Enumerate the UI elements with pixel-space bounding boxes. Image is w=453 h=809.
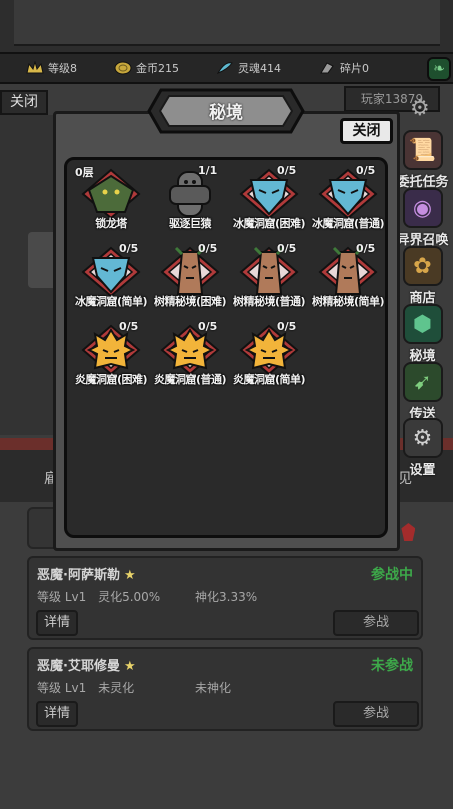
- demon-spirit: 灵化5.00%: [98, 590, 161, 604]
- top-panel-shadow: [14, 0, 440, 46]
- soul-resource: 灵魂414: [216, 60, 281, 76]
- dungeon-progress: 0/5: [119, 320, 139, 333]
- join-battle-button[interactable]: 参战: [333, 610, 419, 636]
- battle-status: 未参战: [371, 658, 413, 674]
- dungeon-entry[interactable]: 0/5 炎魔洞窟(普通): [150, 320, 230, 396]
- bag-icon: ✿: [402, 246, 443, 286]
- side-item-secret-realm[interactable]: ⬢ 秘境: [392, 304, 453, 364]
- fragment-resource: 碎片0: [318, 60, 369, 76]
- demon-divine: 未神化: [195, 681, 232, 695]
- battle-status: 参战中: [371, 567, 413, 583]
- gem-icon: ⬢: [402, 304, 443, 344]
- star-icon: ★: [123, 568, 136, 583]
- dungeon-progress: 0/5: [356, 164, 376, 177]
- dungeon-name: 树精秘境(普通): [232, 295, 306, 308]
- scroll-icon: 📜: [402, 130, 443, 170]
- dungeon-entry[interactable]: 0/5 冰魔洞窟(普通): [308, 164, 388, 240]
- top-strip: [0, 0, 453, 52]
- demon-spirit: 未灵化: [98, 681, 135, 695]
- fragment-icon: [320, 62, 334, 74]
- soul-icon: [216, 62, 233, 75]
- dungeon-progress: 0/5: [277, 164, 297, 177]
- demon-name: 恶魔·阿萨斯勒 ★: [37, 564, 136, 583]
- demon-card: 恶魔·艾耶修曼 ★ 未参战 等级 Lv1 未灵化 未神化 详情 参战: [27, 647, 423, 731]
- side-item-summon[interactable]: ◉ 异界召唤: [392, 188, 453, 248]
- dungeon-entry[interactable]: 0/5 树精秘境(困难): [150, 242, 230, 318]
- fragment-value: 碎片0: [340, 62, 369, 75]
- red-gem-icon: [401, 523, 416, 541]
- detail-button[interactable]: 详情: [36, 701, 78, 727]
- gear-icon: ⚙: [402, 418, 443, 458]
- gold-value: 金币215: [136, 62, 179, 75]
- demon-level: 等级 Lv1: [37, 590, 87, 604]
- secret-realm-popup: 0层锁龙塔 1/1 驱逐巨猿 0/5 冰魔洞窟(困难) 0/5 冰魔洞窟(普通) 0/5 冰魔洞…: [53, 111, 400, 551]
- side-item-label: 设置: [409, 463, 436, 478]
- dungeon-entry[interactable]: 0/5 冰魔洞窟(简单): [71, 242, 151, 318]
- level-value: 等级8: [48, 62, 77, 75]
- dungeon-progress: 0层: [75, 166, 94, 179]
- demon-name-text: 恶魔·艾耶修曼: [37, 659, 120, 674]
- star-icon: ★: [123, 659, 136, 674]
- demon-divine: 神化3.33%: [195, 590, 258, 604]
- soul-value: 灵魂414: [238, 62, 281, 75]
- dungeon-grid: 0层锁龙塔 1/1 驱逐巨猿 0/5 冰魔洞窟(困难) 0/5 冰魔洞窟(普通) 0/5 冰魔洞…: [64, 157, 388, 538]
- dungeon-progress: 0/5: [277, 320, 297, 333]
- dungeon-progress: 0/5: [119, 242, 139, 255]
- join-battle-button[interactable]: 参战: [333, 701, 419, 727]
- dungeon-entry[interactable]: 1/1 驱逐巨猿: [150, 164, 230, 240]
- dungeon-name: 炎魔洞窟(普通): [153, 373, 227, 386]
- dungeon-name: 树精秘境(困难): [153, 295, 227, 308]
- demon-stats: 等级 Lv1 未灵化 未神化: [37, 679, 231, 696]
- dungeon-entry[interactable]: 0/5 炎魔洞窟(简单): [229, 320, 309, 396]
- leaf-button[interactable]: ❧: [427, 57, 451, 81]
- level-resource: 等级8: [26, 60, 77, 76]
- background-left-panel: [0, 115, 60, 435]
- background-close-button[interactable]: 关闭: [0, 90, 48, 115]
- demon-stats: 等级 Lv1 灵化5.00% 神化3.33%: [37, 588, 257, 605]
- dungeon-entry[interactable]: 0/5 炎魔洞窟(困难): [71, 320, 151, 396]
- dungeon-progress: 0/5: [356, 242, 376, 255]
- side-item-quest[interactable]: 📜 委托任务: [392, 130, 453, 190]
- gold-resource: 金币215: [114, 60, 179, 76]
- dungeon-name: 冰魔洞窟(简单): [74, 295, 148, 308]
- crown-icon: [26, 61, 44, 74]
- leaf-icon: ❧: [433, 61, 445, 77]
- dungeon-name: 炎魔洞窟(困难): [74, 373, 148, 386]
- side-item-shop[interactable]: ✿ 商店: [392, 246, 453, 306]
- app-root: 等级8 金币215 灵魂414 碎片0 ❧ 关闭 玩家13879 ⚙ 雇 见 📜…: [0, 0, 453, 809]
- settings-gear-icon[interactable]: ⚙: [410, 96, 430, 121]
- popup-title-banner: 秘境: [147, 86, 305, 136]
- dungeon-progress: 0/5: [198, 242, 218, 255]
- portal-icon: ◉: [402, 188, 443, 228]
- dungeon-entry[interactable]: 0层锁龙塔: [71, 164, 151, 240]
- dungeon-entry[interactable]: 0/5 冰魔洞窟(困难): [229, 164, 309, 240]
- popup-title: 秘境: [209, 103, 243, 123]
- side-item-settings[interactable]: ⚙ 设置: [392, 418, 453, 478]
- detail-button[interactable]: 详情: [36, 610, 78, 636]
- dungeon-name: 冰魔洞窟(困难): [232, 217, 306, 230]
- dungeon-progress: 1/1: [198, 164, 218, 177]
- popup-close-button[interactable]: 关闭: [340, 118, 393, 144]
- demon-card: 恶魔·阿萨斯勒 ★ 参战中 等级 Lv1 灵化5.00% 神化3.33% 详情 参…: [27, 556, 423, 640]
- dungeon-progress: 0/5: [198, 320, 218, 333]
- dungeon-name: 驱逐巨猿: [169, 217, 212, 230]
- demon-name-text: 恶魔·阿萨斯勒: [37, 568, 120, 583]
- dungeon-name: 炎魔洞窟(简单): [232, 373, 306, 386]
- resource-bar: 等级8 金币215 灵魂414 碎片0 ❧: [0, 52, 453, 84]
- dungeon-name: 树精秘境(简单): [311, 295, 385, 308]
- dungeon-entry[interactable]: 0/5 树精秘境(简单): [308, 242, 388, 318]
- dungeon-name: 锁龙塔: [95, 217, 127, 230]
- dungeon-progress: 0/5: [277, 242, 297, 255]
- demon-level: 等级 Lv1: [37, 681, 87, 695]
- dungeon-name: 冰魔洞窟(普通): [311, 217, 385, 230]
- demon-name: 恶魔·艾耶修曼 ★: [37, 655, 136, 674]
- side-item-teleport[interactable]: ➹ 传送: [392, 362, 453, 422]
- dungeon-entry[interactable]: 0/5 树精秘境(普通): [229, 242, 309, 318]
- horn-icon: ➹: [402, 362, 443, 402]
- coin-icon: [114, 61, 132, 75]
